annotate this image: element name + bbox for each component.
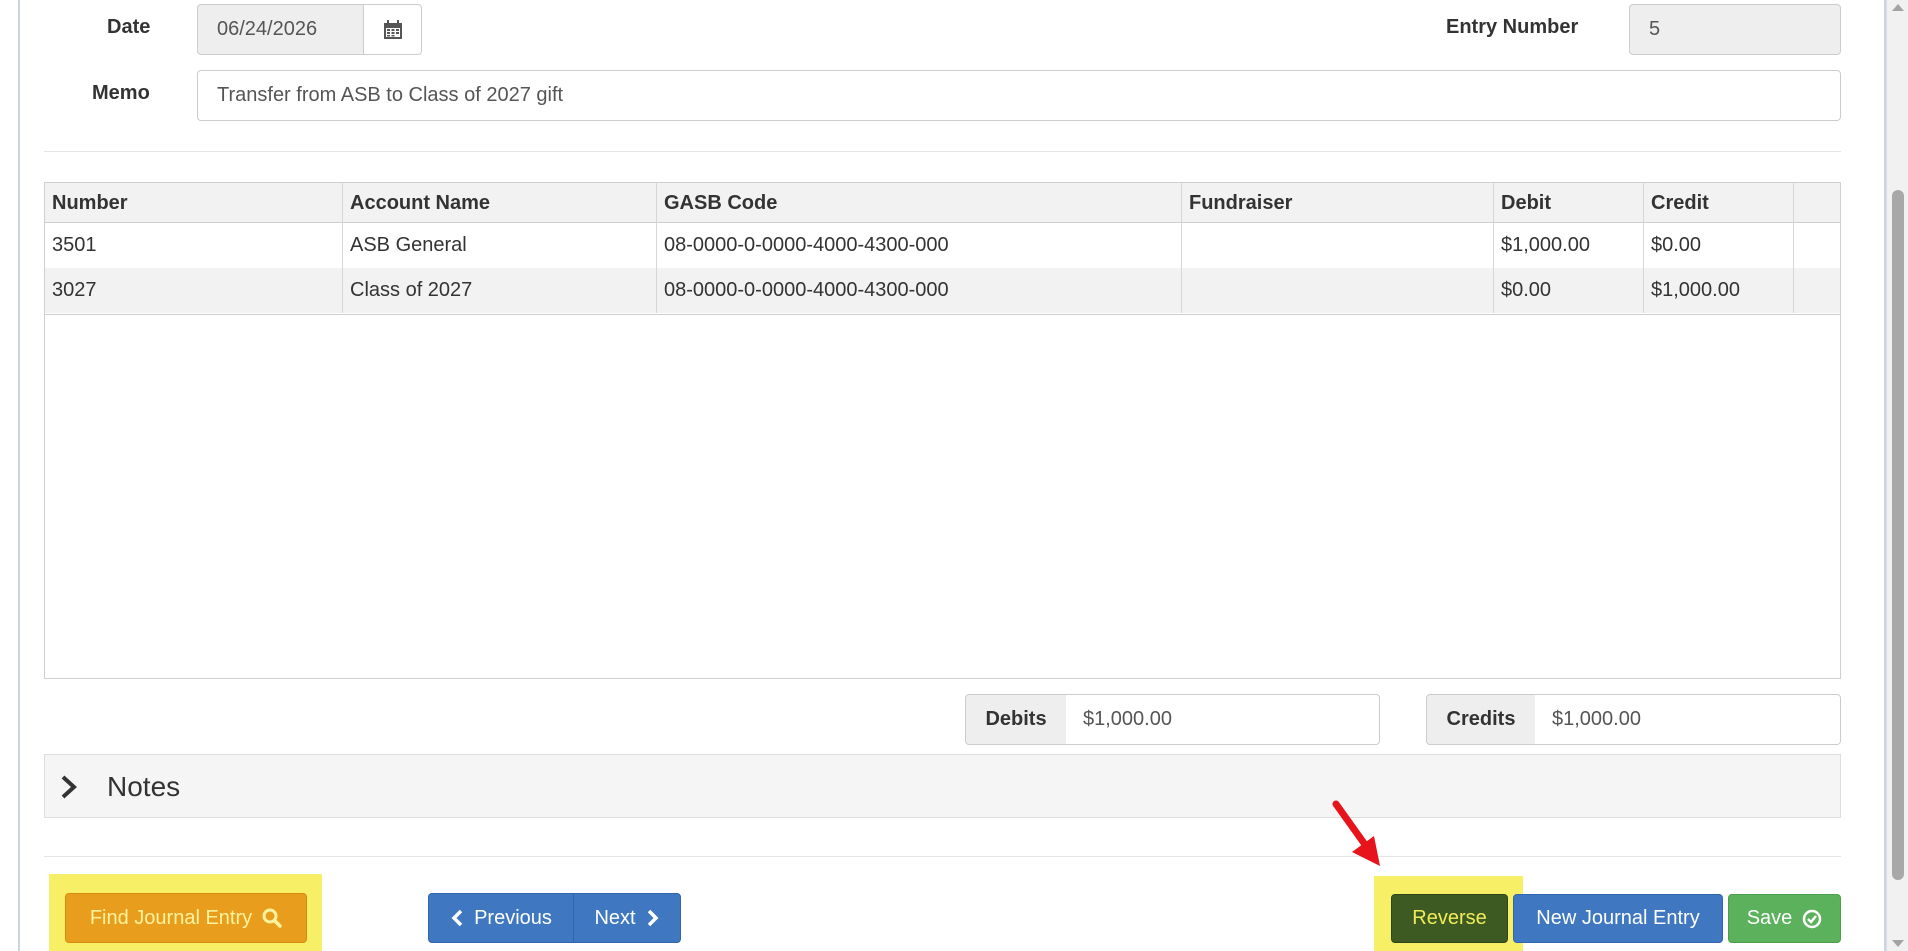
journal-lines-grid: Number Account Name GASB Code Fundraiser… bbox=[44, 182, 1841, 679]
entry-number-value: 5 bbox=[1649, 18, 1661, 40]
memo-label: Memo bbox=[92, 82, 150, 104]
credits-total-value: $1,000.00 bbox=[1552, 708, 1641, 730]
reverse-label: Reverse bbox=[1412, 907, 1487, 929]
cell-fundraiser bbox=[1182, 223, 1494, 268]
column-header-fundraiser[interactable]: Fundraiser bbox=[1182, 183, 1494, 223]
notes-panel-header[interactable]: Notes bbox=[44, 754, 1841, 818]
form-divider bbox=[44, 151, 1841, 152]
save-label: Save bbox=[1746, 907, 1793, 929]
date-value: 06/24/2026 bbox=[217, 18, 318, 40]
debits-label: Debits bbox=[965, 694, 1067, 745]
entry-number-input[interactable]: 5 bbox=[1629, 4, 1841, 55]
grid-rows-divider bbox=[45, 314, 1840, 315]
cell-credit: $0.00 bbox=[1644, 223, 1794, 268]
find-journal-entry-button[interactable]: Find Journal Entry bbox=[65, 893, 307, 943]
chevron-right-icon bbox=[61, 775, 77, 799]
chevron-right-icon bbox=[647, 909, 659, 927]
footer-divider bbox=[44, 856, 1841, 857]
save-button[interactable]: Save bbox=[1728, 894, 1841, 943]
new-journal-entry-button[interactable]: New Journal Entry bbox=[1513, 894, 1723, 943]
cell-debit: $0.00 bbox=[1494, 268, 1644, 313]
search-icon bbox=[262, 908, 282, 928]
cell-number: 3027 bbox=[45, 268, 343, 313]
previous-button[interactable]: Previous bbox=[428, 893, 574, 943]
date-input[interactable]: 06/24/2026 bbox=[197, 4, 364, 55]
table-row[interactable]: 3027 Class of 2027 08-0000-0-0000-4000-4… bbox=[45, 268, 1840, 313]
column-header-gasb-code[interactable]: GASB Code bbox=[657, 183, 1182, 223]
grid-header: Number Account Name GASB Code Fundraiser… bbox=[45, 183, 1840, 223]
cell-account-name: ASB General bbox=[343, 223, 657, 268]
cell-credit: $1,000.00 bbox=[1644, 268, 1794, 313]
scroll-up-icon[interactable] bbox=[1892, 4, 1904, 11]
cell-debit: $1,000.00 bbox=[1494, 223, 1644, 268]
column-header-credit[interactable]: Credit bbox=[1644, 183, 1794, 223]
entry-number-label: Entry Number bbox=[1446, 16, 1579, 38]
table-row[interactable]: 3501 ASB General 08-0000-0-0000-4000-430… bbox=[45, 223, 1840, 268]
new-journal-entry-label: New Journal Entry bbox=[1536, 907, 1700, 929]
reverse-button[interactable]: Reverse bbox=[1391, 894, 1508, 943]
check-circle-icon bbox=[1803, 909, 1822, 928]
cell-account-name: Class of 2027 bbox=[343, 268, 657, 313]
notes-title: Notes bbox=[107, 771, 181, 802]
column-header-number[interactable]: Number bbox=[45, 183, 343, 223]
credits-label: Credits bbox=[1426, 694, 1536, 745]
find-journal-entry-label: Find Journal Entry bbox=[89, 906, 253, 929]
chevron-left-icon bbox=[451, 909, 463, 927]
red-arrow-icon bbox=[1332, 800, 1380, 866]
previous-label: Previous bbox=[474, 906, 552, 929]
cell-number: 3501 bbox=[45, 223, 343, 268]
next-button[interactable]: Next bbox=[573, 893, 681, 943]
cell-gasb-code: 08-0000-0-0000-4000-4300-000 bbox=[657, 268, 1182, 313]
debits-total-field: $1,000.00 bbox=[1066, 694, 1380, 745]
date-picker-button[interactable] bbox=[363, 4, 422, 55]
memo-input[interactable]: Transfer from ASB to Class of 2027 gift bbox=[197, 70, 1841, 121]
date-label: Date bbox=[107, 16, 151, 38]
calendar-icon bbox=[383, 19, 402, 39]
window-left-edge bbox=[0, 0, 20, 951]
memo-value: Transfer from ASB to Class of 2027 gift bbox=[217, 84, 564, 106]
scroll-down-icon[interactable] bbox=[1892, 940, 1904, 947]
next-label: Next bbox=[594, 906, 636, 929]
credits-total-field: $1,000.00 bbox=[1535, 694, 1841, 745]
debits-total-value: $1,000.00 bbox=[1083, 708, 1172, 730]
scrollbar-thumb[interactable] bbox=[1892, 190, 1904, 880]
cell-fundraiser bbox=[1182, 268, 1494, 313]
column-header-debit[interactable]: Debit bbox=[1494, 183, 1644, 223]
cell-gasb-code: 08-0000-0-0000-4000-4300-000 bbox=[657, 223, 1182, 268]
vertical-scrollbar[interactable] bbox=[1886, 0, 1908, 951]
column-header-account-name[interactable]: Account Name bbox=[343, 183, 657, 223]
